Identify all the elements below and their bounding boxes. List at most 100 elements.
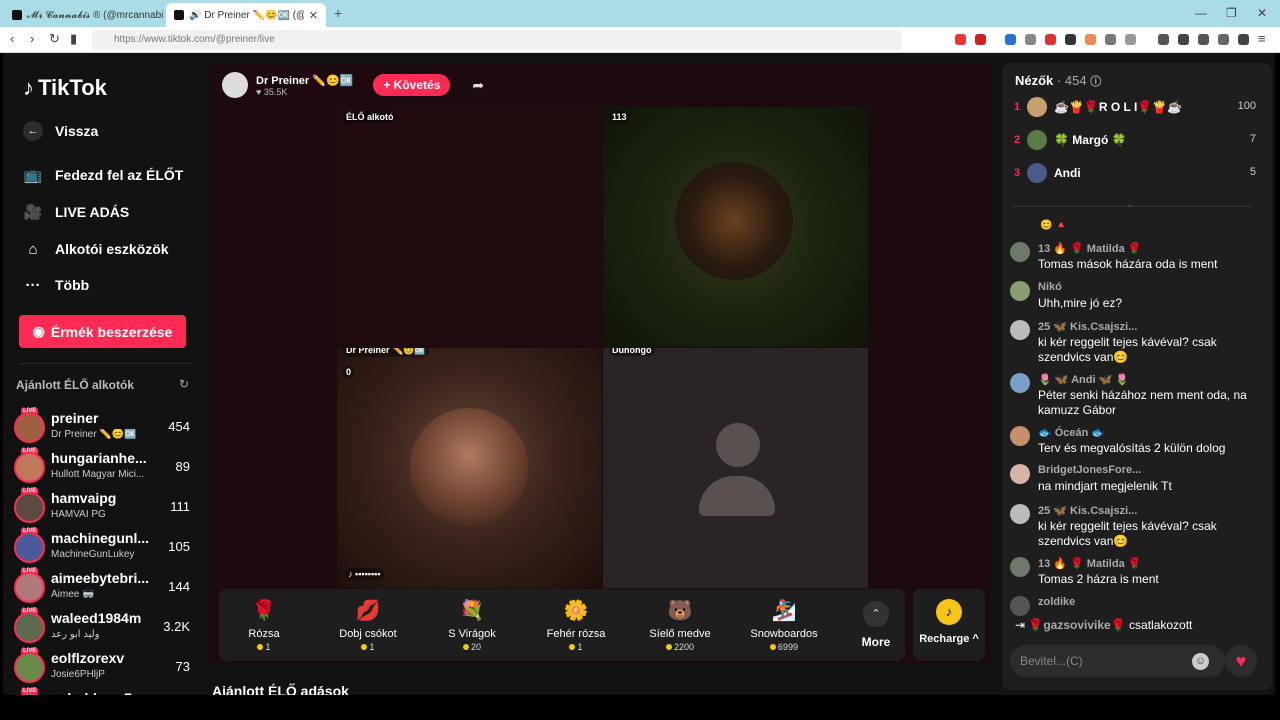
reload-icon[interactable]: ↻: [49, 31, 60, 47]
ranking-avatar: [1027, 97, 1047, 117]
recommended-creator-item[interactable]: LIVE waleed1984m وليد ابو رعد 3.2K: [14, 608, 200, 645]
extension-icon[interactable]: [1005, 34, 1016, 45]
extension-icon[interactable]: [1125, 34, 1136, 45]
get-coins-button[interactable]: ◉ Érmék beszerzése: [19, 315, 186, 348]
chat-avatar[interactable]: [1010, 373, 1030, 393]
extension-icon[interactable]: [1105, 34, 1116, 45]
join-username[interactable]: 🌹gazsovivike🌹: [1028, 618, 1125, 632]
share-icon[interactable]: ➦: [472, 77, 484, 94]
url-field[interactable]: https://www.tiktok.com/@preiner/live: [92, 30, 902, 50]
guest-cell-empty[interactable]: ÉLŐ alkotó: [337, 107, 602, 347]
refresh-icon[interactable]: ↻: [179, 377, 189, 391]
music-icon[interactable]: [1158, 34, 1169, 45]
tab-mrcannabis[interactable]: 𝓜𝓻 𝓒𝓪𝓷𝓷𝓪𝓫𝓲𝓼 ® (@mrcannabi...: [4, 3, 164, 27]
tiktok-logo[interactable]: ♪ TikTok: [23, 75, 107, 101]
ranking-row[interactable]: 1 ☕🍟🌹R O L I🌹🍟☕ 100: [1014, 97, 1264, 119]
recharge-button[interactable]: ♪ Recharge ^: [913, 589, 985, 661]
viewers-title[interactable]: Nézők · 454 ⓘ: [1015, 73, 1101, 89]
emoji-icon[interactable]: ☺: [1192, 653, 1209, 670]
chat-username[interactable]: BridgetJonesFore...: [1038, 464, 1141, 476]
gift-item[interactable]: 🏂 Snowboardos 6999: [739, 597, 829, 652]
ranking-row[interactable]: 2 🍀 Margó 🍀 7: [1014, 130, 1264, 152]
nav-explore-live[interactable]: 📺 Fedezd fel az ÉLŐT: [23, 165, 184, 185]
nav-live-studio[interactable]: 🎥 LIVE ADÁS: [23, 202, 130, 222]
extension-icon[interactable]: [1065, 34, 1076, 45]
back-nav[interactable]: ← Vissza: [23, 121, 98, 141]
chat-avatar[interactable]: [1010, 281, 1030, 301]
forward-icon[interactable]: ›: [30, 31, 34, 46]
back-icon[interactable]: ‹: [10, 31, 14, 46]
chat-username[interactable]: 25 🦋 Kis.Csajszi...: [1038, 320, 1137, 333]
gift-item[interactable]: 🐻 Síelő medve 2200: [635, 597, 725, 652]
more-gifts-button[interactable]: ⌃ More: [851, 601, 901, 649]
recommended-creator-item[interactable]: LIVE preiner Dr Preiner ✏️😊🆗 454: [14, 408, 200, 445]
viewer-count: 3.2K: [163, 619, 190, 634]
guest-cell-duhongo[interactable]: Dühöngő: [603, 348, 868, 588]
close-tab-icon[interactable]: ✕: [309, 9, 318, 22]
chat-username[interactable]: 13 🔥 🌹 Matilda 🌹: [1038, 557, 1141, 570]
more-label: More: [861, 635, 891, 649]
chat-text: Péter senki házához nem ment oda, na kam…: [1038, 388, 1247, 417]
recommended-creator-item[interactable]: LIVE machinegunl... MachineGunLukey 105: [14, 528, 200, 565]
help-icon[interactable]: ⓘ: [1090, 76, 1101, 88]
creator-subtitle: Aimee 🥽: [51, 589, 95, 600]
creator-name: hungarianhe...: [51, 450, 147, 466]
recommended-creator-item[interactable]: LIVE yuhgbbvvz7: [14, 688, 200, 695]
host-name[interactable]: Dr Preiner ✏️😊🆗: [256, 74, 353, 87]
maximize-icon[interactable]: ❐: [1226, 6, 1237, 20]
extension-icon[interactable]: [1025, 34, 1036, 45]
gift-item[interactable]: 💐 S Virágok 20: [427, 597, 517, 652]
extension-icon[interactable]: [975, 34, 986, 45]
follow-button[interactable]: + Követés: [373, 74, 451, 96]
host-avatar[interactable]: [222, 72, 248, 98]
ranking-avatar: [1027, 163, 1047, 183]
ai-icon[interactable]: [1218, 34, 1229, 45]
gift-item[interactable]: 💋 Dobj csókot 1: [323, 597, 413, 652]
recommended-creator-item[interactable]: LIVE aimeebytebri... Aimee 🥽 144: [14, 568, 200, 605]
recommended-creator-item[interactable]: LIVE hamvaipg HAMVAI PG 111: [14, 488, 200, 525]
chat-username[interactable]: Nikó: [1038, 281, 1062, 293]
chat-avatar[interactable]: [1010, 557, 1030, 577]
logo-text: TikTok: [38, 75, 107, 100]
heart-like-button[interactable]: ♥: [1225, 645, 1257, 677]
guest-cell-113[interactable]: 113: [603, 107, 868, 347]
creator-subtitle: وليد ابو رعد: [51, 629, 100, 640]
chat-username[interactable]: 13 🔥 🌹 Matilda 🌹: [1038, 242, 1141, 255]
recommended-creator-item[interactable]: LIVE eolflzorexv Josie6PHljP 73: [14, 648, 200, 685]
wallet-icon[interactable]: [1198, 34, 1209, 45]
chat-username[interactable]: 25 🦋 Kis.Csajszi...: [1038, 504, 1137, 517]
chat-username[interactable]: zoldike: [1038, 596, 1075, 608]
nav-more[interactable]: ··· Több: [23, 275, 90, 295]
sidebar-icon[interactable]: [1178, 34, 1189, 45]
guest-cell-host[interactable]: Dr Preiner ✏️😊🆗 0 ♪ ▪▪▪▪▪▪▪▪: [337, 348, 602, 588]
gift-item[interactable]: 🌼 Fehér rózsa 1: [531, 597, 621, 652]
recommended-creator-item[interactable]: LIVE hungarianhe... Hullott Magyar Mici...…: [14, 448, 200, 485]
minimize-icon[interactable]: —: [1195, 6, 1207, 20]
nav-creator-tools[interactable]: ⌂ Alkotói eszközök: [23, 239, 168, 259]
tiktok-live-page: ♪ TikTok ← Vissza 📺 Fedezd fel az ÉLŐT 🎥…: [3, 53, 1275, 695]
extension-icon[interactable]: [1045, 34, 1056, 45]
extension-icon[interactable]: [1085, 34, 1096, 45]
chevron-down-icon[interactable]: ⌄: [1126, 199, 1134, 210]
gift-item[interactable]: 🌹 Rózsa 1: [219, 597, 309, 652]
ranking-row[interactable]: 3 Andi 5: [1014, 163, 1264, 185]
chat-avatar[interactable]: [1010, 320, 1030, 340]
tab-preiner-live[interactable]: 🔊 Dr Preiner ✏️😊🆗 (@preine... ✕: [166, 3, 326, 27]
gift-icon: 💐: [459, 600, 485, 622]
chat-avatar[interactable]: [1010, 504, 1030, 524]
bookmark-icon[interactable]: ▮: [70, 31, 77, 47]
chat-avatar[interactable]: [1010, 426, 1030, 446]
gift-icon: 🌼: [563, 600, 589, 622]
close-window-icon[interactable]: ✕: [1257, 6, 1267, 20]
enter-icon: ⇥: [1015, 618, 1026, 632]
chat-avatar[interactable]: [1010, 596, 1030, 616]
extension-icon[interactable]: [955, 34, 966, 45]
chat-avatar[interactable]: [1010, 464, 1030, 484]
chat-username[interactable]: 🌷 🦋 Andi 🦋 🌷: [1038, 373, 1129, 386]
chat-avatar[interactable]: [1010, 242, 1030, 262]
host-video-avatar: [410, 408, 528, 526]
menu-icon[interactable]: ≡: [1258, 31, 1266, 46]
new-tab-button[interactable]: +: [334, 5, 342, 21]
shield-icon[interactable]: [1238, 34, 1249, 45]
chat-username[interactable]: 🐟 Óceán 🐟: [1038, 426, 1105, 439]
